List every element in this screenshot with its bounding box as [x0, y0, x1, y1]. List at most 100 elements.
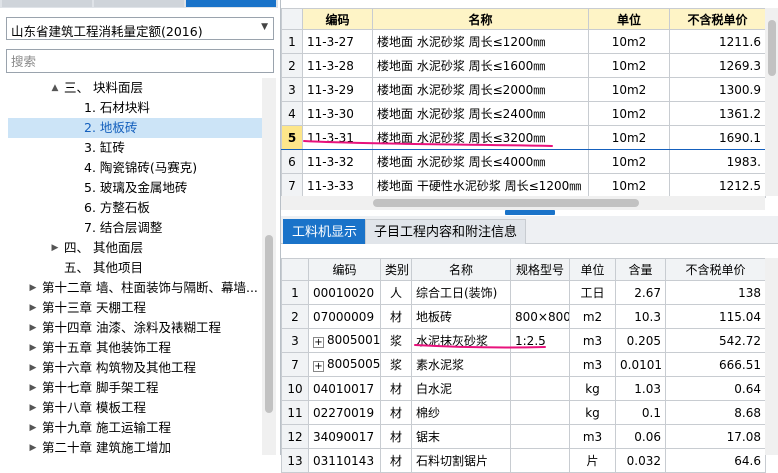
resource-name[interactable]: 地板砖 — [411, 304, 511, 329]
collapsed-arrow-icon[interactable]: ▶ — [28, 278, 38, 298]
row-index[interactable]: 2 — [281, 53, 303, 78]
quota-unit[interactable]: 10m2 — [588, 125, 670, 150]
row-index[interactable]: 10 — [281, 376, 309, 401]
resource-code[interactable]: +80050011 — [308, 328, 381, 353]
table-row[interactable]: 10 04010017 材白水泥 kg 1.03 0.64 — [281, 376, 766, 401]
resource-price[interactable]: 138 — [665, 280, 766, 305]
table-row[interactable]: 7+80050057浆素水泥浆m30.0101666.51 — [281, 352, 766, 377]
collapsed-arrow-icon[interactable]: ▶ — [28, 338, 38, 358]
table-row[interactable]: 3 11-3-29 楼地面 水泥砂浆 周长≤2000㎜ 10m2 1300.9 — [281, 77, 766, 102]
scrollbar-thumb[interactable] — [768, 20, 776, 76]
resource-name[interactable]: 白水泥 — [411, 376, 511, 401]
quota-unit[interactable]: 10m2 — [588, 77, 670, 102]
tree-node[interactable]: 7. 结合层调整 — [8, 218, 262, 238]
collapsed-arrow-icon[interactable]: ▶ — [28, 378, 38, 398]
row-index[interactable]: 6 — [281, 149, 303, 174]
tree-node[interactable]: 2. 地板砖 — [8, 118, 262, 138]
table-row[interactable]: 5 11-3-31 楼地面 水泥砂浆 周长≤3200㎜ 10m2 1690.1 — [281, 125, 766, 150]
quota-price[interactable]: 1690.1 — [669, 125, 766, 150]
row-index[interactable]: 7 — [281, 173, 303, 198]
tree-node[interactable]: 五、 其他项目 — [8, 258, 262, 278]
resource-price[interactable]: 8.68 — [665, 400, 766, 425]
resource-category[interactable]: 人 — [380, 280, 412, 305]
row-index[interactable]: 3 — [281, 77, 303, 102]
quota-unit[interactable]: 10m2 — [588, 149, 670, 174]
tree-node[interactable]: ▶ 四、 其他面层 — [8, 238, 262, 258]
resource-code[interactable]: 00010020 — [308, 280, 381, 305]
quota-price[interactable]: 1983. — [669, 149, 766, 174]
table-row[interactable]: 4 11-3-30 楼地面 水泥砂浆 周长≤2400㎜ 10m2 1361.2 — [281, 101, 766, 126]
collapsed-arrow-icon[interactable]: ▶ — [28, 358, 38, 378]
scrollbar-thumb[interactable] — [265, 235, 273, 413]
tree-node[interactable]: ▶ 第十二章 墙、柱面装饰与隔断、幕墙... — [8, 278, 262, 298]
expand-plus-icon[interactable]: + — [313, 361, 324, 372]
resource-category[interactable]: 材 — [380, 400, 412, 425]
table-row[interactable]: 12 34090017 材锯末 m3 0.06 17.08 — [281, 424, 766, 449]
quota-name[interactable]: 楼地面 水泥砂浆 周长≤4000㎜ — [372, 149, 589, 174]
collapsed-arrow-icon[interactable]: ▶ — [28, 398, 38, 418]
norm-library-select[interactable]: 山东省建筑工程消耗量定额(2016) ▼ — [6, 17, 274, 40]
resource-code[interactable]: +80050057 — [308, 352, 381, 377]
resource-quantity[interactable]: 0.1 — [615, 400, 666, 425]
row-index[interactable]: 13 — [281, 448, 309, 473]
quota-code[interactable]: 11-3-30 — [302, 101, 373, 126]
library-tab[interactable] — [2, 0, 92, 7]
row-index[interactable]: 3 — [281, 328, 309, 353]
resource-spec[interactable]: 1:2.5 — [510, 328, 570, 353]
table-row[interactable]: 11 02270019 材棉纱 kg 0.1 8.68 — [281, 400, 766, 425]
quota-price[interactable]: 1269.3 — [669, 53, 766, 78]
quota-unit[interactable]: 10m2 — [588, 29, 670, 54]
quota-unit[interactable]: 10m2 — [588, 101, 670, 126]
resource-quantity[interactable]: 0.205 — [615, 328, 666, 353]
resource-unit[interactable]: m3 — [569, 424, 616, 449]
collapsed-arrow-icon[interactable]: ▶ — [28, 298, 38, 318]
tree-node[interactable]: 1. 石材块料 — [8, 98, 262, 118]
resource-quantity[interactable]: 0.0101 — [615, 352, 666, 377]
resource-table-vscrollbar[interactable] — [765, 258, 778, 455]
table-row[interactable]: 6 11-3-32 楼地面 水泥砂浆 周长≤4000㎜ 10m2 1983. — [281, 149, 766, 174]
resource-price[interactable]: 542.72 — [665, 328, 766, 353]
resource-spec[interactable] — [510, 424, 570, 449]
table-row[interactable]: 2 11-3-28 楼地面 水泥砂浆 周长≤1600㎜ 10m2 1269.3 — [281, 53, 766, 78]
quota-name[interactable]: 楼地面 水泥砂浆 周长≤2400㎜ — [372, 101, 589, 126]
column-header[interactable]: 编码 — [308, 258, 381, 281]
column-header[interactable]: 不含税单价 — [669, 8, 766, 30]
resource-quantity[interactable]: 2.67 — [615, 280, 666, 305]
resource-unit[interactable]: 工日 — [569, 280, 616, 305]
resource-code[interactable]: 34090017 — [308, 424, 381, 449]
tree-node[interactable]: 5. 玻璃及金属地砖 — [8, 178, 262, 198]
splitter-handle[interactable] — [505, 210, 555, 215]
quota-code[interactable]: 11-3-31 — [302, 125, 373, 150]
quota-price[interactable]: 1300.9 — [669, 77, 766, 102]
quota-code[interactable]: 11-3-27 — [302, 29, 373, 54]
table-row[interactable]: 1 00010020 人综合工日(装饰) 工日 2.67 138 — [281, 280, 766, 305]
resource-price[interactable]: 17.08 — [665, 424, 766, 449]
resource-category[interactable]: 材 — [380, 376, 412, 401]
quota-name[interactable]: 楼地面 水泥砂浆 周长≤3200㎜ — [372, 125, 589, 150]
row-index[interactable]: 4 — [281, 101, 303, 126]
resource-quantity[interactable]: 0.06 — [615, 424, 666, 449]
resource-category[interactable]: 浆 — [380, 352, 412, 377]
resource-unit[interactable]: m3 — [569, 328, 616, 353]
library-tab[interactable] — [94, 0, 184, 7]
tree-node[interactable]: ▶ 第二十章 建筑施工增加 — [8, 438, 262, 455]
resource-name[interactable]: 综合工日(装饰) — [411, 280, 511, 305]
quota-table-hscrollbar[interactable] — [281, 196, 765, 210]
resource-code[interactable]: 03110143 — [308, 448, 381, 473]
resource-category[interactable]: 浆 — [380, 328, 412, 353]
resource-name[interactable]: 素水泥浆 — [411, 352, 511, 377]
column-header[interactable]: 编码 — [302, 8, 373, 30]
chevron-down-icon[interactable]: ▼ — [261, 22, 268, 32]
quota-code[interactable]: 11-3-33 — [302, 173, 373, 198]
collapsed-arrow-icon[interactable]: ▶ — [28, 418, 38, 438]
resource-spec[interactable] — [510, 448, 570, 473]
table-row[interactable]: 1 11-3-27 楼地面 水泥砂浆 周长≤1200㎜ 10m2 1211.6 — [281, 29, 766, 54]
resource-quantity[interactable]: 0.032 — [615, 448, 666, 473]
quota-name[interactable]: 楼地面 水泥砂浆 周长≤1200㎜ — [372, 29, 589, 54]
tree-node[interactable]: ▶ 第十八章 模板工程 — [8, 398, 262, 418]
resource-code[interactable]: 02270019 — [308, 400, 381, 425]
tree-node[interactable]: 3. 缸砖 — [8, 138, 262, 158]
library-tab-active[interactable] — [186, 0, 276, 7]
resource-category[interactable]: 材 — [380, 304, 412, 329]
tree-scrollbar[interactable] — [262, 78, 276, 455]
